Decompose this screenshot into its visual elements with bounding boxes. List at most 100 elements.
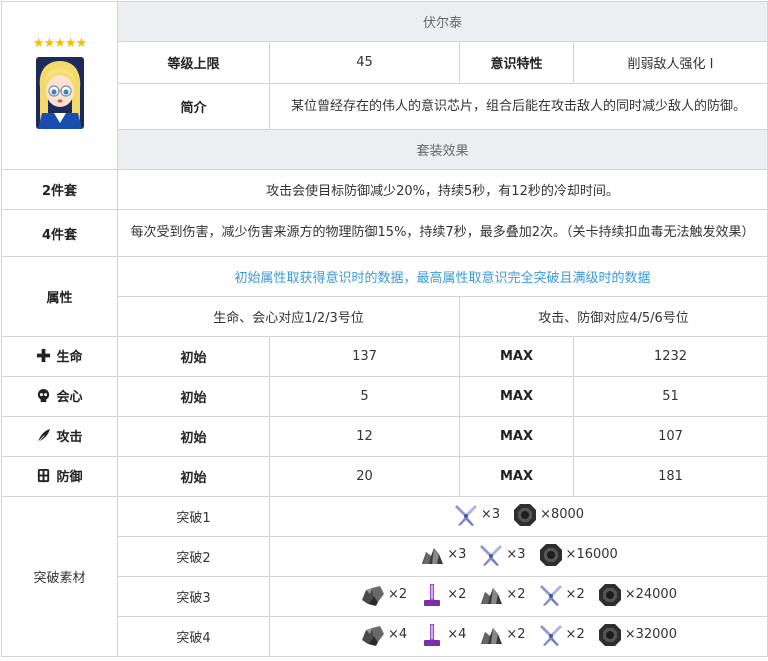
trait-value: 削弱敌人强化 I: [572, 41, 768, 84]
attr-def-init: 20: [269, 456, 460, 497]
coin-icon: [597, 582, 623, 608]
ore-icon: [478, 622, 504, 648]
material-qty: ×3: [447, 547, 467, 562]
right-slots-header: 攻击、防御对应4/5/6号位: [458, 296, 768, 337]
memory-info-table: ★★★★★ 伏尔泰 等级上限 45 意识特性 削弱敌人强化 I 简介 某位曾经存…: [1, 1, 768, 657]
crystal-blade-icon: [538, 582, 564, 608]
two-piece-value: 攻击会使目标防御减少20%，持续5秒，有12秒的冷却时间。: [116, 169, 768, 210]
breakthrough-stage-4: 突破4: [117, 616, 270, 657]
attr-row-hp: 生命 初始 137 MAX 1232: [1, 336, 768, 377]
memory-name: 伏尔泰: [116, 1, 768, 42]
material-item: ×2: [538, 622, 585, 648]
material-qty: ×3: [506, 547, 526, 562]
max-label: MAX: [459, 456, 574, 497]
rarity-stars: ★★★★★: [32, 36, 87, 51]
left-slots-header: 生命、会心对应1/2/3号位: [117, 296, 460, 337]
coin-icon: [597, 622, 623, 648]
four-piece-value: 每次受到伤害，减少伤害来源方的物理防御15%，持续7秒，最多叠加2次。（关卡持续…: [116, 209, 768, 257]
material-qty: ×2: [447, 587, 467, 602]
attr-atk-label: 攻击: [36, 426, 83, 445]
material-qty: ×24000: [624, 587, 677, 602]
four-piece-label: 4件套: [1, 209, 118, 257]
breakthrough-materials-2: ×3 ×3 ×16000: [268, 536, 768, 577]
attr-atk-max: 107: [572, 416, 768, 457]
attr-row-def: 防御 初始 20 MAX 181: [1, 456, 768, 497]
trait-label: 意识特性: [459, 41, 574, 84]
attr-def-max: 181: [572, 456, 768, 497]
level-cap-label: 等级上限: [117, 41, 270, 84]
attr-hp-label: 生命: [36, 346, 83, 365]
material-item: ×2: [360, 582, 407, 608]
material-qty: ×2: [506, 587, 526, 602]
material-qty: ×32000: [624, 627, 677, 642]
two-piece-label: 2件套: [1, 169, 118, 210]
breakthrough-label: 突破素材: [1, 496, 118, 657]
breakthrough-materials-3: ×2 ×2 ×2 ×2 ×24000: [268, 576, 768, 617]
material-qty: ×4: [447, 627, 467, 642]
ore-icon: [419, 542, 445, 568]
rock-icon: [360, 622, 386, 648]
feather-icon: [36, 428, 51, 443]
attributes-note: 初始属性取获得意识时的数据，最高属性取意识完全突破且满级时的数据: [116, 256, 768, 297]
max-label: MAX: [459, 376, 574, 417]
init-label: 初始: [117, 376, 270, 417]
material-item: ×3: [419, 542, 466, 568]
intro-label: 简介: [117, 83, 270, 130]
attr-hp-init: 137: [269, 336, 460, 377]
material-item: ×4: [360, 622, 407, 648]
attr-hp-max: 1232: [572, 336, 768, 377]
material-item: ×4: [419, 622, 466, 648]
material-qty: ×3: [480, 507, 501, 522]
breakthrough-materials-1: ×3 ×8000: [268, 496, 768, 537]
ore-icon: [478, 582, 504, 608]
material-qty: ×2: [565, 587, 585, 602]
rock-icon: [360, 582, 386, 608]
purple-tool-icon: [419, 622, 445, 648]
material-item: ×3: [478, 542, 526, 568]
material-qty: ×2: [388, 587, 408, 602]
material-qty: ×2: [565, 627, 585, 642]
crystal-blade-icon: [538, 622, 564, 648]
material-item: ×24000: [597, 582, 677, 608]
material-item: ×2: [538, 582, 585, 608]
attr-crit-max: 51: [572, 376, 768, 417]
attr-atk-init: 12: [269, 416, 460, 457]
plus-icon: [36, 348, 51, 363]
init-label: 初始: [117, 336, 270, 377]
coin-icon: [512, 502, 538, 528]
init-label: 初始: [117, 456, 270, 497]
attr-def-label: 防御: [36, 466, 83, 485]
coin-icon: [538, 542, 564, 568]
material-item: ×8000: [512, 502, 584, 528]
attr-crit-init: 5: [269, 376, 460, 417]
attr-row-crit: 会心 初始 5 MAX 51: [1, 376, 768, 417]
material-qty: ×8000: [540, 507, 585, 522]
material-item: ×32000: [597, 622, 677, 648]
breakthrough-stage-3: 突破3: [117, 576, 270, 617]
max-label: MAX: [459, 416, 574, 457]
material-qty: ×16000: [565, 547, 618, 562]
breakthrough-stage-1: 突破1: [117, 496, 270, 537]
attr-row-atk: 攻击 初始 12 MAX 107: [1, 416, 768, 457]
set-effects-header: 套装效果: [116, 129, 768, 170]
attributes-label: 属性: [1, 256, 118, 337]
material-qty: ×4: [388, 627, 408, 642]
material-qty: ×2: [506, 627, 526, 642]
material-item: ×16000: [538, 542, 618, 568]
init-label: 初始: [117, 416, 270, 457]
material-item: ×2: [478, 622, 526, 648]
crystal-blade-icon: [478, 542, 504, 568]
material-item: ×3: [453, 502, 500, 528]
breakthrough-stage-2: 突破2: [117, 536, 270, 577]
crystal-blade-icon: [453, 502, 479, 528]
material-item: ×2: [478, 582, 526, 608]
shield-block-icon: [36, 468, 51, 483]
character-portrait: [35, 57, 84, 129]
level-cap-value: 45: [269, 41, 460, 84]
intro-value: 某位曾经存在的伟人的意识芯片，组合后能在攻击敌人的同时减少敌人的防御。: [268, 83, 768, 130]
attr-crit-label: 会心: [36, 386, 83, 405]
portrait-cell: ★★★★★: [1, 1, 118, 170]
purple-tool-icon: [419, 582, 445, 608]
material-item: ×2: [419, 582, 466, 608]
skull-icon: [36, 388, 51, 403]
